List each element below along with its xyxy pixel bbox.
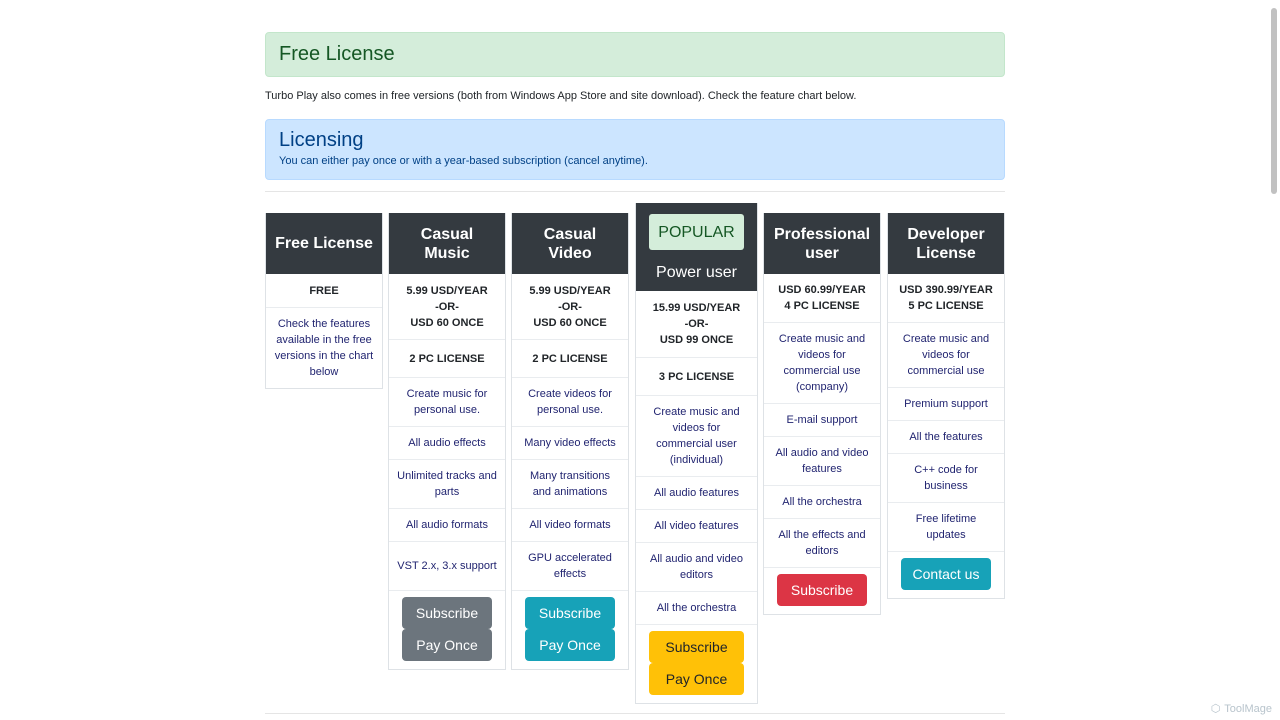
plan-feature: All audio formats [389, 508, 505, 541]
licensing-title: Licensing [279, 129, 364, 151]
price-once: USD 60 ONCE [533, 316, 607, 329]
price-or: -OR- [684, 318, 709, 330]
subscribe-button[interactable]: Subscribe [402, 597, 492, 629]
plan-actions: Subscribe Pay Once [512, 590, 628, 669]
subscribe-button[interactable]: Subscribe [649, 631, 744, 663]
plan-feature: Create music and videos for commercial u… [764, 322, 880, 403]
plan-price: 15.99 USD/YEAR -OR- USD 99 ONCE [636, 291, 757, 357]
plan-feature: Unlimited tracks and parts [389, 459, 505, 508]
plan-card-free: Free License FREE Check the features ava… [265, 213, 383, 389]
plan-feature: Create music and videos for commercial u… [888, 322, 1004, 387]
pay-once-button[interactable]: Pay Once [649, 663, 744, 695]
subscribe-button[interactable]: Subscribe [777, 574, 867, 606]
plan-license: 2 PC LICENSE [389, 339, 505, 377]
plan-price: 5.99 USD/YEAR -OR- USD 60 ONCE [389, 274, 505, 339]
price-year: 5.99 USD/YEAR [529, 284, 611, 297]
free-license-title: Free License [279, 43, 395, 65]
plan-card-casual-music: Casual Music 5.99 USD/YEAR -OR- USD 60 O… [388, 213, 506, 670]
plan-feature: C++ code for business [888, 453, 1004, 502]
divider-top [265, 191, 1005, 192]
plan-feature: All audio effects [389, 426, 505, 459]
plan-feature: Many video effects [512, 426, 628, 459]
licensing-banner: Licensing You can either pay once or wit… [265, 119, 1005, 180]
plan-feature: Create music and videos for commercial u… [636, 395, 757, 476]
plan-title: Casual Music [420, 225, 474, 262]
plan-feature: All video features [636, 509, 757, 542]
watermark-text: ToolMage [1224, 702, 1272, 715]
plan-feature: E-mail support [764, 403, 880, 436]
plan-feature: All audio and video editors [636, 542, 757, 591]
page-scrollbar[interactable] [1271, 8, 1277, 194]
plan-actions: Subscribe [764, 567, 880, 614]
plan-feature: All the orchestra [764, 485, 880, 518]
pay-once-button[interactable]: Pay Once [525, 629, 615, 661]
plan-title: Casual Video [543, 225, 597, 262]
plan-header: Free License [266, 213, 382, 274]
plan-header: Casual Music [389, 213, 505, 274]
plan-feature: All audio features [636, 476, 757, 509]
plan-header: Developer License [888, 213, 1004, 274]
plan-license: 3 PC LICENSE [636, 357, 757, 395]
plan-price: USD 390.99/YEAR 5 PC LICENSE [888, 274, 1004, 322]
plan-header: Casual Video [512, 213, 628, 274]
plan-card-casual-video: Casual Video 5.99 USD/YEAR -OR- USD 60 O… [511, 213, 629, 670]
price-once: USD 60 ONCE [410, 316, 484, 329]
plan-card-power-user: POPULAR Power user 15.99 USD/YEAR -OR- U… [635, 203, 758, 704]
free-license-banner: Free License [265, 32, 1005, 77]
subscribe-button[interactable]: Subscribe [525, 597, 615, 629]
divider-bottom [265, 713, 1005, 714]
licensing-subtitle: You can either pay once or with a year-b… [279, 155, 648, 167]
plan-feature: All video formats [512, 508, 628, 541]
plan-license: 2 PC LICENSE [512, 339, 628, 377]
watermark-logo-icon: ⬡ [1210, 703, 1221, 715]
plan-actions: Subscribe Pay Once [389, 590, 505, 669]
plan-feature: All audio and video features [764, 436, 880, 485]
plan-title: Power user [656, 264, 737, 281]
plan-title: Professional user [773, 225, 871, 262]
plan-price: USD 60.99/YEAR 4 PC LICENSE [764, 274, 880, 322]
plan-feature: All the features [888, 420, 1004, 453]
watermark: ⬡ ToolMage [1210, 702, 1272, 716]
plan-feature: All the orchestra [636, 591, 757, 624]
plan-feature: Create videos for personal use. [512, 377, 628, 426]
plan-price: FREE [309, 284, 339, 297]
plan-feature: Create music for personal use. [389, 377, 505, 426]
plan-license: 4 PC LICENSE [784, 300, 860, 312]
plan-title: Developer License [907, 225, 985, 262]
price-year: USD 390.99/YEAR [899, 284, 993, 296]
plan-license: 5 PC LICENSE [908, 300, 984, 312]
plan-feature: VST 2.x, 3.x support [389, 541, 505, 590]
price-or: -OR- [558, 300, 582, 313]
plan-header: POPULAR Power user [636, 203, 757, 291]
price-year: 15.99 USD/YEAR [652, 302, 741, 314]
popular-badge: POPULAR [649, 214, 744, 250]
plan-card-professional: Professional user USD 60.99/YEAR 4 PC LI… [763, 213, 881, 615]
plan-actions: Subscribe Pay Once [636, 624, 757, 703]
page-content: Free License Turbo Play also comes in fr… [265, 32, 1005, 180]
plan-feature: GPU accelerated effects [512, 541, 628, 590]
free-license-description: Turbo Play also comes in free versions (… [265, 90, 857, 102]
contact-us-button[interactable]: Contact us [901, 558, 991, 590]
plan-header: Professional user [764, 213, 880, 274]
price-year: USD 60.99/YEAR [778, 284, 866, 296]
plan-feature: Check the features available in the free… [266, 307, 382, 388]
plan-feature: Many transitions and animations [512, 459, 628, 508]
price-or: -OR- [435, 300, 459, 313]
plan-price: 5.99 USD/YEAR -OR- USD 60 ONCE [512, 274, 628, 339]
plan-title: Free License [275, 235, 373, 252]
plan-feature: Free lifetime updates [888, 502, 1004, 551]
pay-once-button[interactable]: Pay Once [402, 629, 492, 661]
price-year: 5.99 USD/YEAR [406, 284, 488, 297]
price-once: USD 99 ONCE [659, 334, 734, 346]
plan-feature: Premium support [888, 387, 1004, 420]
plan-feature: All the effects and editors [764, 518, 880, 567]
plan-actions: Contact us [888, 551, 1004, 598]
plan-card-developer: Developer License USD 390.99/YEAR 5 PC L… [887, 213, 1005, 599]
